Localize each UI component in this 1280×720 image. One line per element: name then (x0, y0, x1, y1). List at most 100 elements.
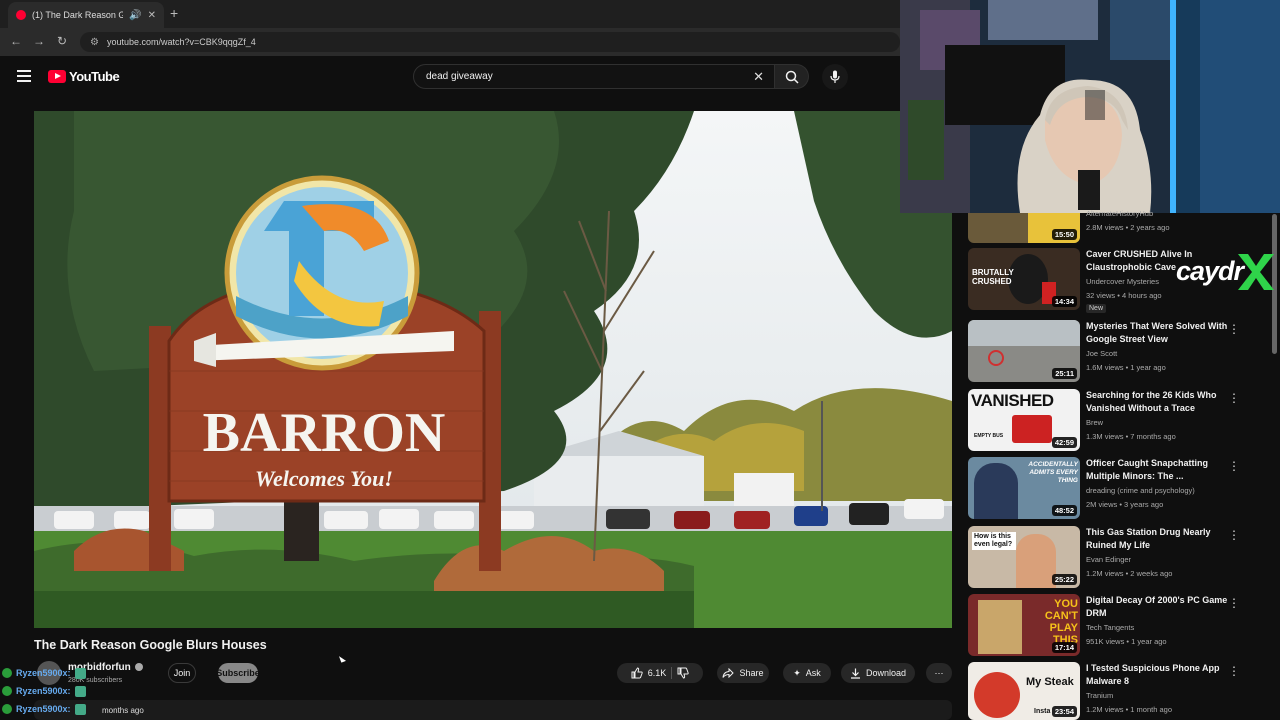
recommendation-channel[interactable]: Undercover Mysteries (1086, 277, 1159, 286)
recommendation-title[interactable]: Digital Decay Of 2000's PC Game DRM (1086, 594, 1236, 620)
thumbnail-subtext: Insta (1034, 708, 1051, 715)
chat-user: Ryzen5900x: (16, 686, 71, 696)
url-text: youtube.com/watch?v=CBK9qqgZf_4 (106, 37, 256, 47)
recommendation-thumbnail[interactable]: How is this even legal? 25:22 (968, 526, 1080, 588)
like-count[interactable]: 6.1K (648, 668, 667, 678)
video-player[interactable]: BARRON Welcomes You! (34, 111, 952, 628)
recommendation-thumbnail[interactable]: YOU CAN'T PLAY THIS 17:14 (968, 594, 1080, 656)
recommendation-thumbnail[interactable]: VANISHED EMPTY BUS 42:59 (968, 389, 1080, 451)
search-icon (785, 70, 799, 84)
tab-title: (1) The Dark Reason Googl (32, 10, 124, 20)
more-vertical-icon[interactable]: ⋮ (1228, 664, 1240, 678)
sign-name-text: BARRON (203, 402, 446, 464)
recommendation-meta: 2.8M views • 2 years ago (1086, 223, 1170, 232)
recommendation-title[interactable]: Mysteries That Were Solved With Google S… (1086, 320, 1236, 346)
ask-label: Ask (805, 668, 821, 678)
like-icon[interactable] (631, 667, 643, 679)
search-query: dead giveaway (426, 71, 493, 82)
browser-tab[interactable]: (1) The Dark Reason Googl 🔊 ✕ (8, 2, 164, 28)
download-button[interactable]: Download (841, 663, 915, 683)
search-input[interactable]: dead giveaway ✕ (413, 64, 775, 89)
recommendation-item[interactable]: VANISHED EMPTY BUS 42:59 Searching for t… (968, 389, 1268, 451)
sign-tagline-text: Welcomes You! (255, 466, 393, 491)
recommendation-thumbnail[interactable]: My Steak Insta 23:54 (968, 662, 1080, 720)
thumbnail-text: BRUTALLY CRUSHED (972, 268, 1014, 286)
more-vertical-icon[interactable]: ⋮ (1228, 391, 1240, 405)
recommendation-meta: 1.6M views • 1 year ago (1086, 363, 1166, 372)
hamburger-menu-icon[interactable] (17, 70, 31, 82)
thumbnail-art (974, 672, 1020, 718)
recommendation-item[interactable]: 15:50 AlternateHistoryHub 2.8M views • 2… (968, 209, 1268, 243)
share-icon (722, 668, 735, 678)
thumbnail-art (978, 600, 1022, 654)
url-bar[interactable]: ⚙ youtube.com/watch?v=CBK9qqgZf_4 (80, 32, 900, 52)
more-vertical-icon[interactable]: ⋮ (1228, 528, 1240, 542)
recommendation-item[interactable]: How is this even legal? 25:22 This Gas S… (968, 526, 1268, 588)
ask-button[interactable]: ✦ Ask (783, 663, 831, 683)
thumbnail-text: My Steak (1026, 676, 1074, 688)
more-actions-button[interactable]: ⋯ (926, 663, 952, 683)
chat-emote-icon (74, 685, 86, 697)
recommendation-thumbnail[interactable]: ACCIDENTALLY ADMITS EVERY THING 48:52 (968, 457, 1080, 519)
thumbnail-text: VANISHED (971, 391, 1054, 410)
voice-search-button[interactable] (822, 64, 848, 90)
recommendation-item[interactable]: My Steak Insta 23:54 I Tested Suspicious… (968, 662, 1268, 720)
chat-message: Ryzen5900x: (0, 682, 380, 700)
chat-message: Ryzen5900x: (0, 664, 380, 682)
recommendation-thumbnail[interactable]: BRUTALLY CRUSHED 14:34 (968, 248, 1080, 310)
forward-icon[interactable]: → (33, 34, 45, 48)
recommendation-title[interactable]: Searching for the 26 Kids Who Vanished W… (1086, 389, 1236, 415)
youtube-logo[interactable]: YouTube (48, 69, 120, 84)
sparkle-icon: ✦ (793, 667, 801, 678)
more-vertical-icon[interactable]: ⋮ (1228, 459, 1240, 473)
chat-badge-icon (2, 668, 12, 678)
chat-badge-icon (2, 686, 12, 696)
thumbnail-art (974, 463, 1018, 519)
recommendation-title[interactable]: This Gas Station Drug Nearly Ruined My L… (1086, 526, 1236, 552)
reload-icon[interactable]: ↻ (57, 34, 67, 48)
stream-chat-overlay: Ryzen5900x: Ryzen5900x: Ryzen5900x: (0, 664, 380, 718)
search-button[interactable] (775, 64, 809, 89)
recommendation-title[interactable]: I Tested Suspicious Phone App Malware 8 (1086, 662, 1236, 688)
recommendation-channel[interactable]: dreading (crime and psychology) (1086, 486, 1195, 495)
close-tab-icon[interactable]: ✕ (148, 10, 156, 21)
more-vertical-icon[interactable]: ⋮ (1228, 596, 1240, 610)
recommendation-item[interactable]: ACCIDENTALLY ADMITS EVERY THING 48:52 Of… (968, 457, 1268, 519)
site-info-icon[interactable]: ⚙ (90, 37, 99, 48)
thumbnail-art (1016, 534, 1056, 588)
youtube-play-logo-icon (48, 70, 66, 83)
recommendation-channel[interactable]: AlternateHistoryHub (1086, 209, 1153, 218)
clear-search-icon[interactable]: ✕ (753, 69, 764, 85)
share-button[interactable]: Share (717, 663, 769, 683)
recommendation-item[interactable]: YOU CAN'T PLAY THIS 17:14 Digital Decay … (968, 594, 1268, 656)
audio-playing-icon[interactable]: 🔊 (129, 10, 141, 21)
chat-emote-icon (74, 703, 86, 715)
recommendation-thumbnail[interactable]: 25:11 (968, 320, 1080, 382)
chat-emote-icon (74, 667, 86, 679)
new-tab-icon[interactable]: + (170, 5, 178, 21)
recommendation-thumbnail[interactable]: 15:50 (968, 213, 1080, 243)
new-badge: New (1086, 304, 1107, 313)
recommendation-channel[interactable]: Tranium (1086, 691, 1113, 700)
logo-wordmark: YouTube (69, 69, 120, 84)
recommendation-channel[interactable]: Brew (1086, 418, 1103, 427)
video-frame: BARRON Welcomes You! (34, 111, 952, 628)
recommendation-channel[interactable]: Tech Tangents (1086, 623, 1134, 632)
recommendation-channel[interactable]: Joe Scott (1086, 349, 1117, 358)
more-vertical-icon[interactable]: ⋮ (1228, 322, 1240, 336)
like-dislike-group: 6.1K (617, 663, 703, 683)
recommendation-channel[interactable]: Evan Edinger (1086, 555, 1131, 564)
thumbnail-text: ACCIDENTALLY ADMITS EVERY THING (1028, 461, 1078, 484)
share-label: Share (739, 668, 764, 678)
recommendation-item[interactable]: 25:11 Mysteries That Were Solved With Go… (968, 320, 1268, 382)
video-title: The Dark Reason Google Blurs Houses (34, 638, 267, 652)
dislike-icon[interactable] (677, 667, 689, 679)
more-horizontal-icon: ⋯ (934, 667, 944, 678)
recommendation-title[interactable]: Officer Caught Snapchatting Multiple Min… (1086, 457, 1236, 483)
back-icon[interactable]: ← (10, 34, 22, 48)
chat-message: Ryzen5900x: (0, 700, 380, 718)
brand-x-logo-icon (1238, 254, 1274, 290)
thumbnail-art (968, 320, 1080, 346)
recommendation-meta: 32 views • 4 hours ago (1086, 291, 1162, 300)
thumbnail-art (1012, 415, 1052, 443)
